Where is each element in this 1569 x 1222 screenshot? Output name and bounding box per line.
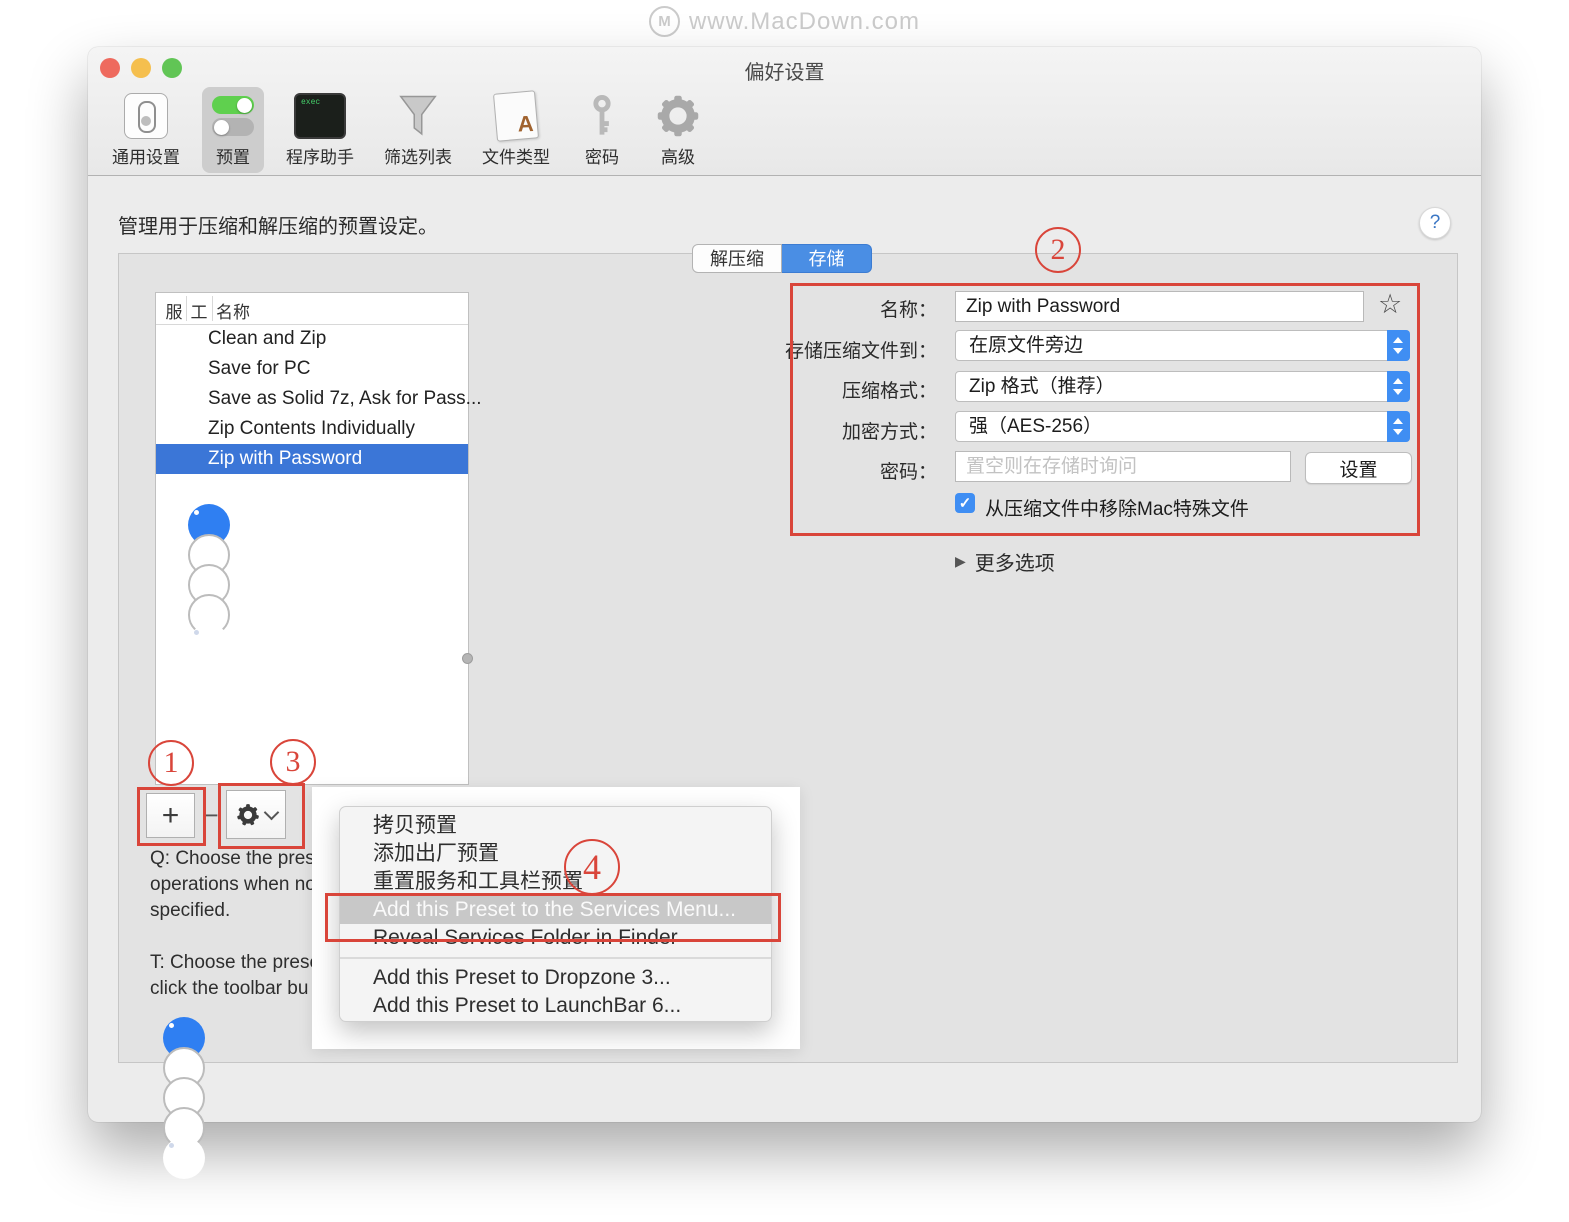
annotation-box-menu-item xyxy=(325,893,781,942)
toolbar-radio[interactable] xyxy=(188,624,230,666)
help-button[interactable]: ? xyxy=(1419,207,1451,239)
toolbar-item-presets[interactable]: 预置 xyxy=(202,87,264,173)
footer-help-text: Q: Choose the prese operations when no s… xyxy=(150,846,313,1002)
toolbar-item-label: 筛选列表 xyxy=(384,143,452,168)
watermark: M www.MacDown.com xyxy=(0,6,1569,37)
toolbar-item-label: 高级 xyxy=(661,143,695,168)
preset-row[interactable]: Zip Contents Individually xyxy=(156,414,468,444)
toolbar-item-general[interactable]: 通用设置 xyxy=(104,87,188,173)
page-description: 管理用于压缩和解压缩的预置设定。 xyxy=(118,210,438,239)
annotation-number-2: 2 xyxy=(1035,227,1081,273)
preferences-window: 偏好设置 通用设置 预置 exec xyxy=(88,47,1481,1122)
annotation-box-form xyxy=(790,283,1420,536)
preset-row[interactable]: Save for PC xyxy=(156,354,468,384)
column-divider xyxy=(212,296,213,321)
presets-toggles-icon xyxy=(210,91,256,141)
toolbar-item-filetypes[interactable]: A 文件类型 xyxy=(474,87,558,173)
preset-name: Zip Contents Individually xyxy=(208,414,415,444)
terminal-exec-icon: exec xyxy=(294,91,346,141)
service-radio[interactable] xyxy=(163,1137,205,1179)
menu-item-add-factory-presets[interactable]: 添加出厂预置 xyxy=(340,840,771,868)
preset-name: Save as Solid 7z, Ask for Pass... xyxy=(208,384,482,414)
toolbar-item-label: 文件类型 xyxy=(482,143,550,168)
column-toolbar[interactable]: 工 xyxy=(188,298,210,323)
preset-name: Save for PC xyxy=(208,354,310,384)
toolbar-item-label: 密码 xyxy=(585,143,619,168)
annotation-box-gear-button xyxy=(218,783,305,849)
watermark-text: www.MacDown.com xyxy=(689,8,920,36)
document-type-icon: A xyxy=(495,91,537,141)
tab-extract[interactable]: 解压缩 xyxy=(692,244,782,273)
menu-item-reset-service-toolbar-presets[interactable]: 重置服务和工具栏预置 xyxy=(340,868,771,896)
annotation-box-add-button xyxy=(137,787,206,846)
pane-resize-handle[interactable] xyxy=(462,653,473,664)
annotation-number-1: 1 xyxy=(148,740,194,786)
annotation-number-4: 4 xyxy=(564,839,620,895)
column-name[interactable]: 名称 xyxy=(216,298,250,323)
preferences-toolbar: 通用设置 预置 exec 程序助手 xyxy=(98,87,716,173)
disclosure-triangle-icon: ▶ xyxy=(955,553,966,570)
preset-list-header: 服 工 名称 xyxy=(156,293,468,325)
mode-tabs: 解压缩 存储 xyxy=(692,244,872,273)
preset-row-selected[interactable]: Zip with Password xyxy=(156,444,468,474)
window-header: 偏好设置 通用设置 预置 exec xyxy=(88,47,1481,176)
toolbar-item-label: 预置 xyxy=(216,143,250,168)
macdown-logo-icon: M xyxy=(649,6,680,37)
preset-name: Clean and Zip xyxy=(208,324,326,354)
menu-item-add-to-launchbar[interactable]: Add this Preset to LaunchBar 6... xyxy=(340,992,771,1020)
preset-name: Zip with Password xyxy=(208,444,362,474)
preset-row[interactable]: Clean and Zip xyxy=(156,324,468,354)
window-title: 偏好设置 xyxy=(88,56,1481,85)
key-icon xyxy=(580,91,624,141)
toolbar-item-helper[interactable]: exec 程序助手 xyxy=(278,87,362,173)
toolbar-item-label: 程序助手 xyxy=(286,143,354,168)
more-options-disclosure[interactable]: ▶ 更多选项 xyxy=(955,547,1055,576)
toolbar-item-passwords[interactable]: 密码 xyxy=(572,87,632,173)
gear-icon xyxy=(654,91,702,141)
toolbar-item-advanced[interactable]: 高级 xyxy=(646,87,710,173)
more-options-label: 更多选项 xyxy=(975,547,1055,576)
menu-item-copy-preset[interactable]: 拷贝预置 xyxy=(340,812,771,840)
menu-item-add-to-dropzone[interactable]: Add this Preset to Dropzone 3... xyxy=(340,964,771,992)
column-divider xyxy=(186,296,187,321)
toolbar-item-label: 通用设置 xyxy=(112,143,180,168)
funnel-icon xyxy=(394,91,442,141)
general-settings-icon xyxy=(124,91,168,141)
tab-save[interactable]: 存储 xyxy=(782,244,872,273)
toolbar-item-filters[interactable]: 筛选列表 xyxy=(376,87,460,173)
preset-list: 服 工 名称 Clean and Zip Save for PC Save as… xyxy=(155,292,469,785)
column-services[interactable]: 服 xyxy=(162,298,186,323)
annotation-number-3: 3 xyxy=(270,739,316,785)
preset-row[interactable]: Save as Solid 7z, Ask for Pass... xyxy=(156,384,468,414)
menu-separator xyxy=(340,957,771,959)
